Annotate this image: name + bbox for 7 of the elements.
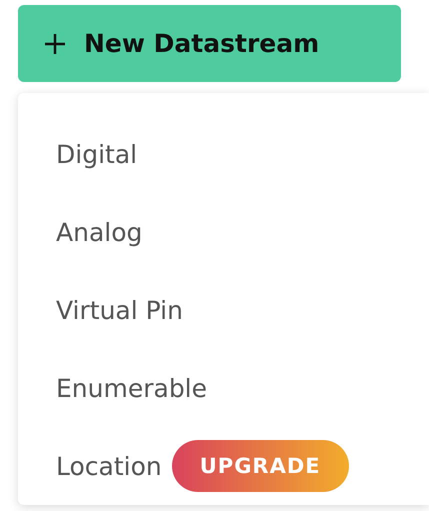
menu-item[interactable]: Location [56, 452, 162, 480]
menu-item[interactable]: Virtual Pin [56, 296, 183, 324]
new-datastream-button[interactable]: New Datastream [18, 5, 401, 82]
menu-item[interactable]: Enumerable [56, 374, 208, 402]
plus-icon [44, 32, 66, 54]
menu-item[interactable]: Digital [56, 140, 138, 168]
menu-item[interactable]: Analog [56, 218, 142, 246]
